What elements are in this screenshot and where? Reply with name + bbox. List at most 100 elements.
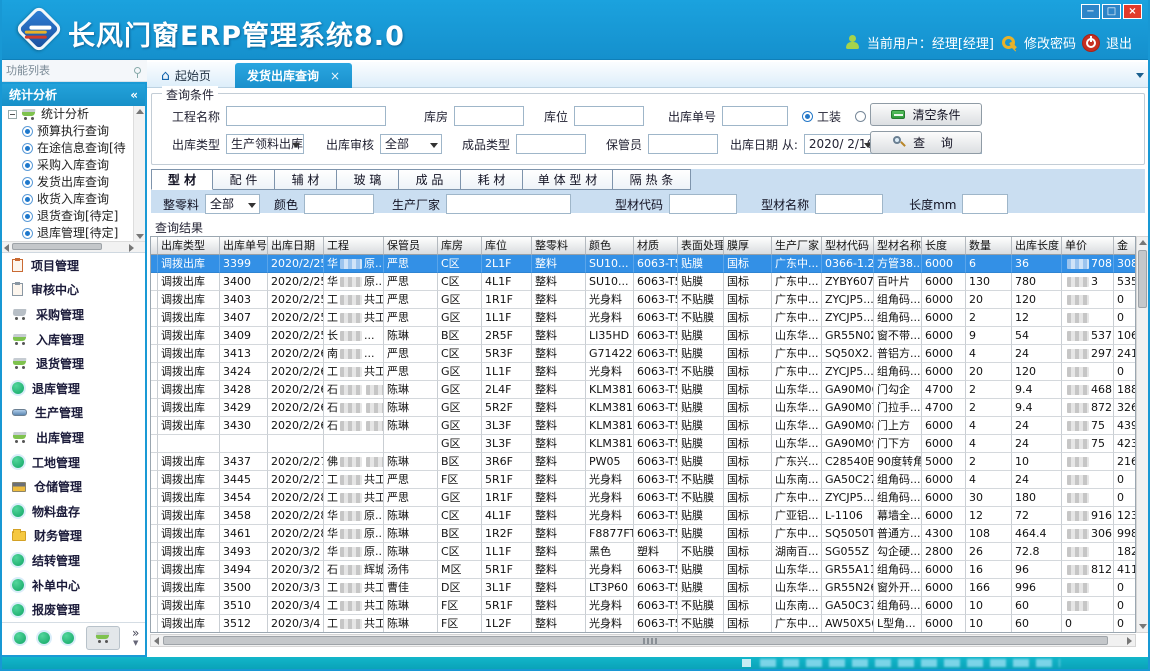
table-row[interactable]: 调拨出库34932020/3/2华原...陈琳C区1L1F整料黑色塑料不贴膜国标… — [151, 543, 1135, 561]
column-header-生产厂家[interactable]: 生产厂家 — [772, 237, 822, 255]
material-tab-成品[interactable]: 成 品 — [399, 169, 461, 190]
search-button[interactable]: 查 询 — [870, 131, 982, 154]
column-header-出库长度[interactable]: 出库长度 — [1012, 237, 1062, 255]
column-header-出库日期[interactable]: 出库日期 — [268, 237, 324, 255]
sidebar-item-报废管理[interactable]: 报废管理 — [2, 597, 145, 622]
tree-vertical-scrollbar[interactable] — [133, 106, 145, 242]
table-row[interactable]: 调拨出库35102020/3/4工共工程陈琳F区5R1F整料光身料6063-T5… — [151, 597, 1135, 615]
filter-input-型材名称[interactable] — [815, 194, 883, 214]
material-tab-辅材[interactable]: 辅 材 — [275, 169, 337, 190]
sidebar-item-退库管理[interactable]: 退库管理 — [2, 376, 145, 401]
input-工程名称[interactable] — [226, 106, 386, 126]
overflow-button[interactable]: »▼ — [132, 628, 139, 648]
table-row[interactable]: 调拨出库33992020/2/25华原...严思C区2L1F整料SU10...6… — [151, 255, 1135, 273]
grid-horizontal-scrollbar[interactable] — [150, 634, 1136, 647]
date-from-select[interactable]: 2020/ 2/16 — [804, 134, 876, 154]
material-tab-玻璃[interactable]: 玻 璃 — [337, 169, 399, 190]
tree-horizontal-scrollbar[interactable] — [2, 241, 145, 252]
column-header[interactable] — [151, 237, 158, 255]
sidebar-item-项目管理[interactable]: 项目管理 — [2, 253, 145, 278]
table-row[interactable]: 调拨出库34292020/2/26石城陈琳G区5R2F整料KLM38176063… — [151, 399, 1135, 417]
input-库房[interactable] — [454, 106, 524, 126]
tree-item[interactable]: 退库管理[待定] — [2, 225, 145, 242]
table-row[interactable]: 调拨出库34092020/2/25长...陈琳B区2R5F整料LI35HD606… — [151, 327, 1135, 345]
column-header-工程[interactable]: 工程 — [324, 237, 384, 255]
grid-vertical-scrollbar[interactable] — [1136, 236, 1149, 633]
radio-工装[interactable]: 工装 — [802, 108, 841, 125]
tree-item[interactable]: 在途信息查询[待 — [2, 140, 145, 157]
material-tab-配件[interactable]: 配 件 — [213, 169, 275, 190]
section-header[interactable]: 统计分析 « — [2, 84, 145, 106]
sidebar-item-生产管理[interactable]: 生产管理 — [2, 401, 145, 426]
column-header-库位[interactable]: 库位 — [482, 237, 532, 255]
circle-icon[interactable] — [38, 632, 50, 644]
input-出库单号[interactable] — [722, 106, 788, 126]
table-row[interactable]: 调拨出库34372020/2/27佛...陈琳B区3R6F整料PW056063-… — [151, 453, 1135, 471]
sidebar-item-出库管理[interactable]: 出库管理 — [2, 425, 145, 450]
sidebar-item-入库管理[interactable]: 入库管理 — [2, 327, 145, 352]
logout-button[interactable]: 退出 — [1106, 33, 1132, 52]
material-tab-单体型材[interactable]: 单 体 型 材 — [523, 169, 613, 190]
table-row[interactable]: 调拨出库34072020/2/25工共工程严思G区1L1F整料光身料6063-T… — [151, 309, 1135, 327]
filter-input-型材代码[interactable] — [669, 194, 737, 214]
material-tab-型材[interactable]: 型 材 — [151, 169, 213, 190]
table-row[interactable]: 调拨出库34452020/2/27工共工程严思F区5R1F整料光身料6063-T… — [151, 471, 1135, 489]
maximize-button[interactable]: □ — [1102, 4, 1121, 19]
column-header-整零料[interactable]: 整零料 — [532, 237, 586, 255]
sidebar-item-工地管理[interactable]: 工地管理 — [2, 450, 145, 475]
tab-shipping-outbound-query[interactable]: 发货出库查询 × — [235, 63, 352, 88]
tree-item[interactable]: 退货查询[待定] — [2, 208, 145, 225]
input-库位[interactable] — [574, 106, 644, 126]
input-保管员[interactable] — [648, 134, 718, 154]
table-row[interactable]: 调拨出库34542020/2/28工共工程严思G区1R1F整料光身料6063-T… — [151, 489, 1135, 507]
filter-select-整零料[interactable]: 全部 — [205, 194, 260, 214]
tab-list-dropdown-icon[interactable] — [1136, 73, 1144, 78]
column-header-材质[interactable]: 材质 — [634, 237, 678, 255]
column-header-型材代码[interactable]: 型材代码 — [822, 237, 874, 255]
column-header-长度[interactable]: 长度 — [922, 237, 966, 255]
tree-root-item[interactable]: 统计分析 — [2, 106, 145, 123]
tab-close-icon[interactable]: × — [330, 69, 340, 83]
table-row[interactable]: 调拨出库34242020/2/26工共工程严思G区1L1F整料光身料6063-T… — [151, 363, 1135, 381]
sidebar-item-审核中心[interactable]: 审核中心 — [2, 278, 145, 303]
collapse-box-icon[interactable] — [8, 110, 17, 119]
column-header-保管员[interactable]: 保管员 — [384, 237, 438, 255]
table-row[interactable]: 调拨出库34302020/2/26石城陈琳G区3L3F整料KLM38176063… — [151, 417, 1135, 435]
tab-start-page[interactable]: ⌂ 起始页 — [149, 63, 223, 88]
circle-icon[interactable] — [14, 632, 26, 644]
column-header-单价[interactable]: 单价 — [1062, 237, 1114, 255]
sidebar-item-财务管理[interactable]: 财务管理 — [2, 524, 145, 549]
column-header-出库单号[interactable]: 出库单号 — [220, 237, 268, 255]
table-row[interactable]: 调拨出库34612020/2/28华原...陈琳B区1R2F整料F8877FT6… — [151, 525, 1135, 543]
table-row[interactable]: 调拨出库34282020/2/26石城陈琳G区2L4F整料KLM38176063… — [151, 381, 1135, 399]
column-header-库房[interactable]: 库房 — [438, 237, 482, 255]
material-tab-隔热条[interactable]: 隔 热 条 — [613, 169, 691, 190]
tree-item[interactable]: 预算执行查询 — [2, 123, 145, 140]
sidebar-item-仓储管理[interactable]: 仓储管理 — [2, 474, 145, 499]
column-header-数量[interactable]: 数量 — [966, 237, 1012, 255]
filter-input-生产厂家[interactable] — [446, 194, 571, 214]
change-password-button[interactable]: 修改密码 — [1024, 33, 1076, 52]
tree-item[interactable]: 发货出库查询 — [2, 174, 145, 191]
column-header-型材名称[interactable]: 型材名称 — [874, 237, 922, 255]
table-row[interactable]: 调拨出库34942020/3/2石辉城汤伟M区5R1F整料光身料6063-T5贴… — [151, 561, 1135, 579]
tree-item[interactable]: 收货入库查询 — [2, 191, 145, 208]
table-row[interactable]: 调拨出库35002020/3/3工共工程曹佳D区3L1F整料LT3P606063… — [151, 579, 1135, 597]
close-button[interactable]: × — [1123, 4, 1142, 19]
tree-item[interactable]: 采购入库查询 — [2, 157, 145, 174]
sidebar-item-补单中心[interactable]: 补单中心 — [2, 573, 145, 598]
table-row[interactable]: 调拨出库34002020/2/25华原...严思C区4L1F整料SU10...6… — [151, 273, 1135, 291]
minimize-button[interactable]: − — [1081, 4, 1100, 19]
column-header-金[interactable]: 金 — [1114, 237, 1136, 255]
sidebar-item-物料盘存[interactable]: 物料盘存 — [2, 499, 145, 524]
filter-input-颜色[interactable] — [304, 194, 374, 214]
column-header-颜色[interactable]: 颜色 — [586, 237, 634, 255]
clear-conditions-button[interactable]: 清空条件 — [870, 103, 982, 126]
table-row[interactable]: 调拨出库34132020/2/26南...严思C区5R3F整料G71422606… — [151, 345, 1135, 363]
circle-icon[interactable] — [62, 632, 74, 644]
column-header-表面处理[interactable]: 表面处理 — [678, 237, 724, 255]
sidebar-item-结转管理[interactable]: 结转管理 — [2, 548, 145, 573]
table-row[interactable]: 调拨出库34582020/2/28华原...陈琳C区4L1F整料光身料6063-… — [151, 507, 1135, 525]
cart-shortcut-button[interactable] — [86, 626, 120, 650]
column-header-膜厚[interactable]: 膜厚 — [724, 237, 772, 255]
